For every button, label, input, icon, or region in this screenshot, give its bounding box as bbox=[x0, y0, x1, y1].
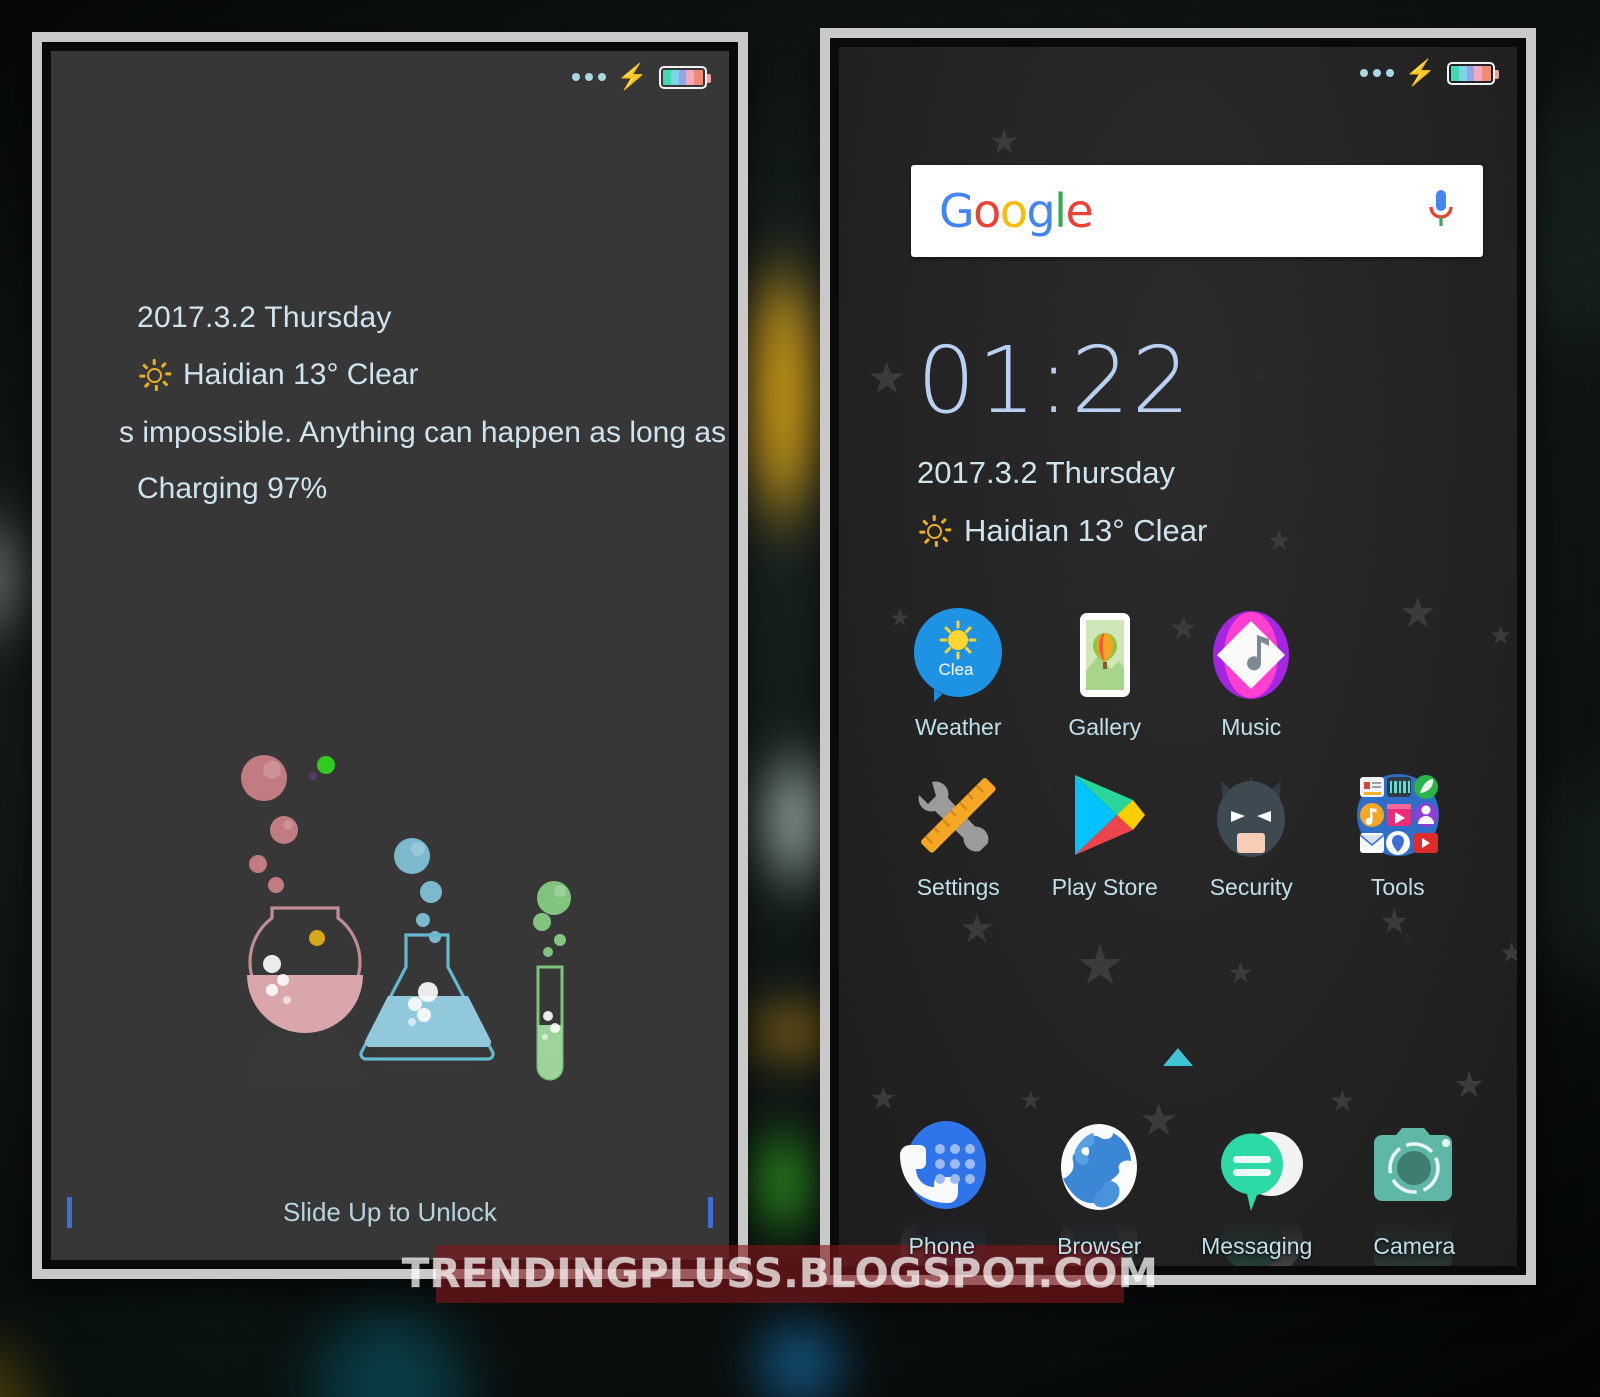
unlock-bar-left bbox=[67, 1196, 72, 1228]
battery-rainbow-icon bbox=[1447, 61, 1499, 85]
star-decor: ★ bbox=[959, 907, 995, 951]
browser-globe-icon bbox=[1049, 1119, 1149, 1219]
home-weather-text: Haidian 13° Clear bbox=[964, 513, 1208, 548]
dock-item-camera[interactable]: Camera bbox=[1336, 1119, 1494, 1266]
microphone-icon[interactable] bbox=[1427, 188, 1455, 234]
lockscreen-date: 2017.3.2 Thursday bbox=[137, 301, 392, 334]
settings-icon bbox=[910, 767, 1006, 863]
dock-label: Camera bbox=[1373, 1233, 1456, 1259]
dock-item-messaging[interactable]: Messaging bbox=[1178, 1119, 1336, 1266]
google-logo-g2: g bbox=[1026, 184, 1055, 238]
app-label: Settings bbox=[916, 874, 1000, 900]
app-play-store[interactable]: Play Store bbox=[1032, 767, 1179, 901]
slide-up-to-unlock[interactable]: Slide Up to Unlock bbox=[51, 1192, 729, 1232]
app-empty-slot bbox=[1325, 607, 1472, 741]
phone-bezel-left: ⚡ 2017.3.2 Thursday Haidian 13° Clear s … bbox=[42, 42, 738, 1269]
statusbar-homescreen: ⚡ bbox=[839, 47, 1517, 99]
star-decor: ★ bbox=[1227, 957, 1254, 990]
star-decor: ★ bbox=[1267, 525, 1293, 556]
app-settings[interactable]: Settings bbox=[885, 767, 1032, 901]
tools-folder-icon bbox=[1350, 767, 1446, 863]
unlock-bar-right bbox=[708, 1196, 713, 1228]
google-logo-l: l bbox=[1054, 184, 1067, 238]
star-decor: ★ bbox=[1489, 620, 1513, 650]
more-dots-icon bbox=[1359, 69, 1394, 77]
app-label: Gallery bbox=[1068, 714, 1142, 740]
star-decor: ★ bbox=[1075, 933, 1126, 996]
dock-label: Browser bbox=[1057, 1233, 1142, 1259]
star-decor: ★ bbox=[867, 354, 907, 403]
star-decor: ★ bbox=[1329, 1085, 1356, 1118]
dock: Phone Browser Messaging Camera bbox=[863, 1119, 1494, 1266]
weather-icon: Clea bbox=[910, 607, 1006, 703]
lab-flasks-illustration bbox=[51, 732, 729, 1152]
battery-rainbow-icon bbox=[659, 65, 711, 89]
music-icon bbox=[1203, 607, 1299, 703]
phone-icon bbox=[892, 1119, 992, 1219]
lockscreen-quote: s impossible. Anything can happen as lon… bbox=[119, 416, 727, 449]
site-watermark: TRENDINGPLUSS.BLOGSPOT.COM bbox=[401, 1245, 1158, 1303]
app-label: Tools bbox=[1370, 874, 1425, 900]
lightning-bolt-icon: ⚡ bbox=[616, 62, 648, 91]
app-label: Weather bbox=[914, 714, 1002, 740]
lockscreen-weather-text: Haidian 13° Clear bbox=[183, 358, 419, 391]
star-decor: ★ bbox=[1499, 937, 1517, 968]
google-logo-e: e bbox=[1065, 184, 1093, 238]
clock-time: 01:22 bbox=[917, 327, 1193, 434]
sun-icon bbox=[137, 358, 172, 392]
homescreen[interactable]: ★ ★ ★ ★ ★ ★ ★ ★ ★ ★ ★ ★ ★ ★ ★ ★ ★ ★ ★ ⚡ … bbox=[839, 47, 1517, 1266]
app-music[interactable]: Music bbox=[1178, 607, 1325, 741]
star-decor: ★ bbox=[1379, 903, 1410, 941]
security-icon bbox=[1203, 767, 1299, 863]
app-label: Music bbox=[1221, 714, 1282, 740]
star-decor: ★ bbox=[989, 123, 1020, 161]
app-tools-folder[interactable]: Tools bbox=[1325, 767, 1472, 901]
home-weather-row: Haidian 13° Clear bbox=[917, 513, 1207, 549]
messaging-icon bbox=[1207, 1119, 1307, 1219]
lockscreen[interactable]: ⚡ 2017.3.2 Thursday Haidian 13° Clear s … bbox=[51, 51, 729, 1260]
play-store-icon bbox=[1057, 767, 1153, 863]
google-search-widget[interactable]: Google bbox=[911, 165, 1483, 257]
google-logo: Google bbox=[939, 184, 1094, 238]
clock-widget[interactable]: 01:22 2017.3.2 Thursday Haidian 13° Clea… bbox=[917, 335, 1207, 549]
lockscreen-weather-row: Haidian 13° Clear bbox=[137, 358, 729, 392]
app-grid: Clea Weather Gallery Music Settings Play… bbox=[885, 607, 1471, 901]
dock-item-phone[interactable]: Phone bbox=[863, 1119, 1021, 1266]
app-gallery[interactable]: Gallery bbox=[1032, 607, 1179, 741]
weather-icon-badge-text: Clea bbox=[939, 660, 975, 679]
lightning-bolt-icon: ⚡ bbox=[1404, 58, 1436, 87]
more-dots-icon bbox=[571, 73, 606, 81]
phone-lockscreen-mockup: ⚡ 2017.3.2 Thursday Haidian 13° Clear s … bbox=[32, 32, 748, 1279]
google-logo-o1: o bbox=[973, 184, 1001, 238]
google-logo-g: G bbox=[939, 184, 975, 238]
unlock-hint-text: Slide Up to Unlock bbox=[283, 1196, 497, 1227]
home-date: 2017.3.2 Thursday bbox=[917, 455, 1175, 490]
camera-icon bbox=[1364, 1119, 1464, 1219]
page-indicator-triangle[interactable] bbox=[1163, 1048, 1193, 1066]
star-decor: ★ bbox=[1453, 1064, 1486, 1105]
empty-slot bbox=[1350, 607, 1446, 703]
dock-label: Phone bbox=[908, 1233, 975, 1259]
sun-icon bbox=[917, 514, 952, 548]
gallery-icon bbox=[1057, 607, 1153, 703]
dock-item-browser[interactable]: Browser bbox=[1021, 1119, 1179, 1266]
app-security[interactable]: Security bbox=[1178, 767, 1325, 901]
star-decor: ★ bbox=[1019, 1085, 1043, 1115]
statusbar-lockscreen: ⚡ bbox=[51, 51, 729, 103]
phone-homescreen-mockup: ★ ★ ★ ★ ★ ★ ★ ★ ★ ★ ★ ★ ★ ★ ★ ★ ★ ★ ★ ⚡ … bbox=[820, 28, 1536, 1285]
dock-label: Messaging bbox=[1201, 1233, 1313, 1259]
lockscreen-info-block: 2017.3.2 Thursday Haidian 13° Clear s im… bbox=[119, 301, 729, 506]
app-label: Play Store bbox=[1051, 874, 1158, 900]
lockscreen-charging-status: Charging 97% bbox=[137, 472, 328, 505]
app-label: Security bbox=[1209, 874, 1293, 900]
watermark-text: TRENDINGPLUSS.BLOGSPOT.COM bbox=[401, 1251, 1159, 1298]
app-weather[interactable]: Clea Weather bbox=[885, 607, 1032, 741]
star-decor: ★ bbox=[869, 1080, 898, 1116]
google-logo-o2: o bbox=[999, 184, 1028, 238]
phone-bezel-right: ★ ★ ★ ★ ★ ★ ★ ★ ★ ★ ★ ★ ★ ★ ★ ★ ★ ★ ★ ⚡ … bbox=[830, 38, 1526, 1275]
